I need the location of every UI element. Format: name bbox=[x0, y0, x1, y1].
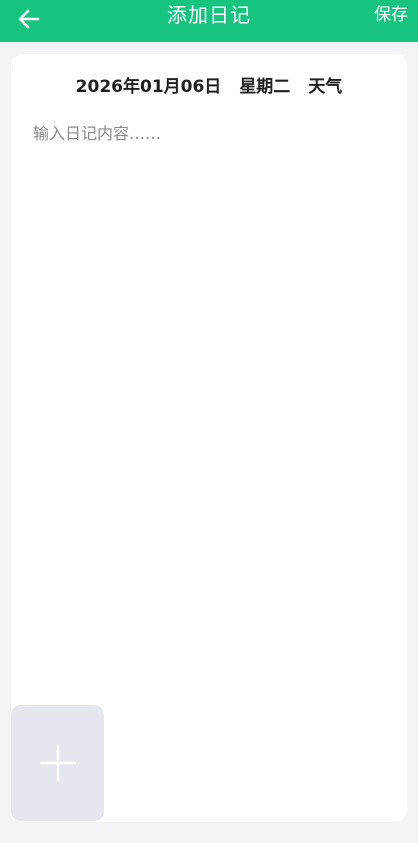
save-button[interactable]: 保存 bbox=[374, 0, 408, 30]
top-bar: 添加日记 保存 bbox=[0, 0, 418, 42]
diary-content-input[interactable] bbox=[33, 120, 383, 680]
add-attachment-button[interactable] bbox=[11, 705, 104, 821]
page-title: 添加日记 bbox=[167, 3, 251, 27]
plus-icon bbox=[39, 744, 76, 782]
diary-date[interactable]: 2026年01月06日 bbox=[76, 72, 222, 97]
diary-weekday: 星期二 bbox=[239, 77, 291, 97]
weather-selector[interactable]: 天气 bbox=[308, 72, 342, 97]
date-weather-row: 2026年01月06日 星期二 天气 bbox=[11, 72, 407, 97]
